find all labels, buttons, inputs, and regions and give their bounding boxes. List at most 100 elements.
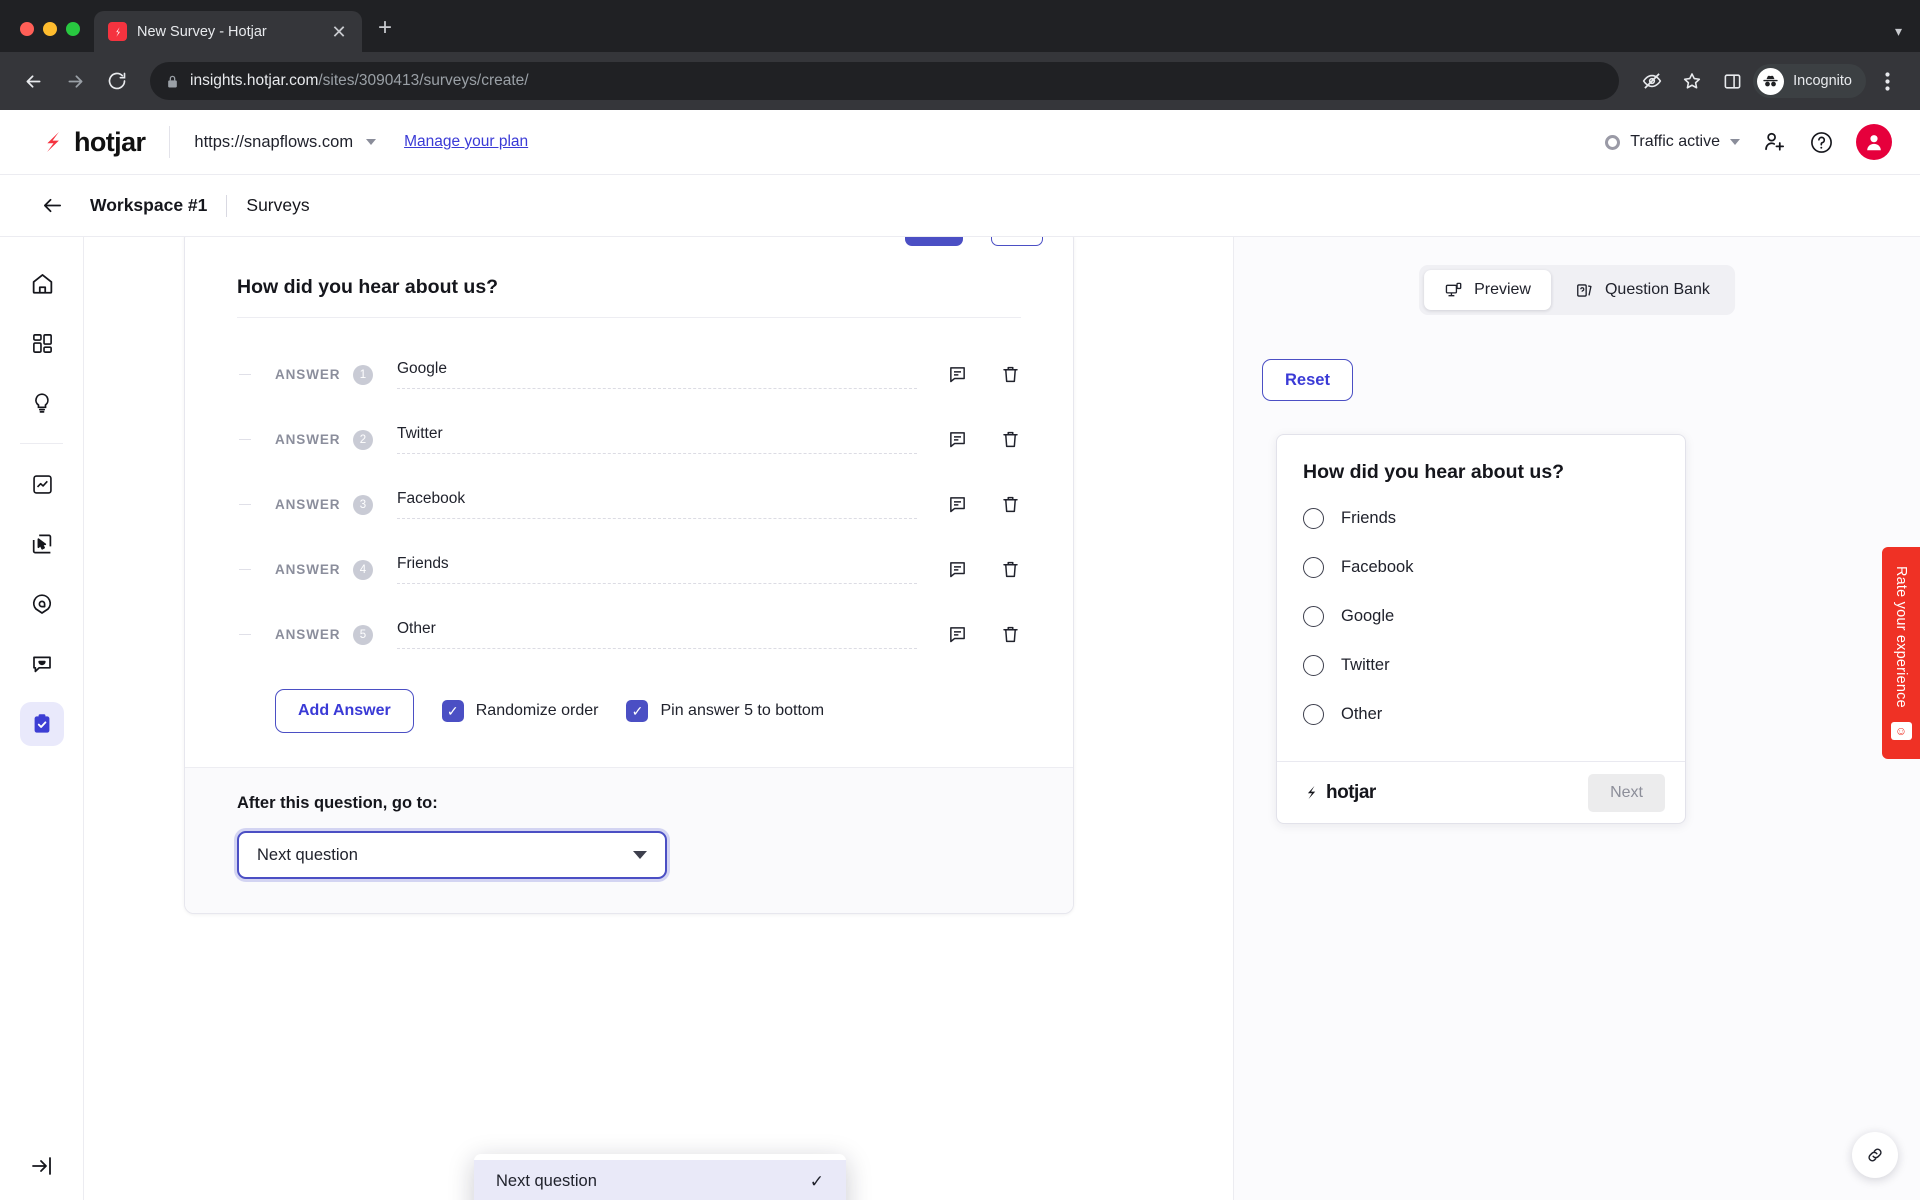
answer-tick — [239, 504, 251, 505]
goto-select[interactable]: Next question — [237, 831, 667, 879]
trash-icon[interactable] — [1000, 429, 1021, 450]
home-icon — [20, 261, 64, 305]
hotjar-logo[interactable]: hotjar — [40, 126, 146, 158]
browser-tab[interactable]: New Survey - Hotjar ✕ — [94, 11, 362, 52]
survey-editor: How did you hear about us? ANSWER 1 Goog… — [84, 237, 1234, 1200]
toolbar-actions: Incognito — [1633, 62, 1906, 100]
answer-tick — [239, 634, 251, 635]
user-avatar-icon[interactable] — [1856, 124, 1892, 160]
answer-input[interactable]: Other — [397, 620, 917, 649]
add-user-icon[interactable] — [1762, 130, 1787, 155]
incognito-icon — [1757, 67, 1785, 95]
address-bar[interactable]: insights.hotjar.com/sites/3090413/survey… — [150, 62, 1620, 100]
preview-option[interactable]: Facebook — [1303, 543, 1659, 592]
note-icon[interactable] — [947, 624, 968, 645]
note-icon[interactable] — [947, 364, 968, 385]
breadcrumb-separator — [226, 194, 228, 217]
link-icon — [1865, 1145, 1885, 1165]
preview-next-button[interactable]: Next — [1588, 773, 1665, 812]
sidebar-item-highlights[interactable] — [0, 373, 84, 433]
chevron-down-icon[interactable]: ▾ — [1895, 23, 1902, 40]
star-icon[interactable] — [1673, 62, 1711, 100]
answer-input[interactable]: Friends — [397, 555, 917, 584]
sidebar-item-heatmaps[interactable] — [0, 514, 84, 574]
goto-dropdown-menu: Next question ✓ Thank you message Specif… — [474, 1154, 846, 1200]
expand-sidebar-icon[interactable] — [0, 1154, 84, 1178]
answer-input[interactable]: Twitter — [397, 425, 917, 454]
tab-preview[interactable]: Preview — [1424, 270, 1551, 310]
answer-actions — [947, 364, 1021, 385]
sidebar-item-surveys[interactable] — [0, 694, 84, 754]
sidebar-item-trends[interactable] — [0, 454, 84, 514]
site-selector[interactable]: https://snapflows.com — [194, 133, 377, 152]
reload-icon[interactable] — [98, 62, 136, 100]
hotjar-wordmark: hotjar — [74, 126, 146, 157]
breadcrumb-current[interactable]: Surveys — [246, 195, 309, 216]
sidebar-item-dashboards[interactable] — [0, 313, 84, 373]
primary-action-button-partial[interactable] — [905, 237, 963, 246]
radio-icon — [1303, 557, 1324, 578]
note-icon[interactable] — [947, 494, 968, 515]
answer-number: 5 — [353, 624, 373, 645]
forward-arrow-icon[interactable] — [56, 62, 94, 100]
answer-input[interactable]: Facebook — [397, 490, 917, 519]
hotjar-wordmark: hotjar — [1326, 781, 1376, 803]
trash-icon[interactable] — [1000, 559, 1021, 580]
preview-option[interactable]: Friends — [1303, 494, 1659, 543]
answer-number: 1 — [353, 364, 373, 385]
answer-actions — [947, 494, 1021, 515]
answer-number: 4 — [353, 559, 373, 580]
question-title[interactable]: How did you hear about us? — [237, 268, 1021, 317]
side-panel-icon[interactable] — [1713, 62, 1751, 100]
copy-link-button[interactable] — [1852, 1132, 1898, 1178]
trash-icon[interactable] — [1000, 364, 1021, 385]
hotjar-logo: hotjar — [1303, 782, 1376, 804]
cards-icon — [1575, 281, 1594, 300]
dropdown-option-next-question[interactable]: Next question ✓ — [474, 1160, 846, 1200]
three-dot-menu-icon[interactable] — [1868, 62, 1906, 100]
status-ring-icon — [1605, 134, 1621, 150]
reset-button[interactable]: Reset — [1262, 359, 1353, 401]
note-icon[interactable] — [947, 429, 968, 450]
pin-answer-checkbox[interactable]: ✓ Pin answer 5 to bottom — [626, 700, 824, 722]
rate-experience-widget[interactable]: Rate your experience ☺ — [1882, 547, 1920, 759]
manage-plan-link[interactable]: Manage your plan — [404, 133, 528, 151]
preview-option[interactable]: Google — [1303, 592, 1659, 641]
breadcrumb-workspace[interactable]: Workspace #1 — [90, 195, 207, 216]
browser-window: New Survey - Hotjar ✕ + ▾ insights.hotja… — [0, 0, 1920, 1200]
tab-question-bank[interactable]: Question Bank — [1555, 270, 1730, 310]
answer-actions — [947, 624, 1021, 645]
plus-icon[interactable]: + — [362, 16, 408, 52]
eye-slash-icon[interactable] — [1633, 62, 1671, 100]
answer-input[interactable]: Google — [397, 360, 917, 389]
back-arrow-icon[interactable] — [28, 194, 76, 217]
answer-row: ANSWER 2 Twitter — [239, 407, 1021, 472]
minimize-window-button[interactable] — [43, 22, 57, 36]
header-actions: Traffic active — [1605, 124, 1892, 160]
trash-icon[interactable] — [1000, 624, 1021, 645]
close-icon[interactable]: ✕ — [328, 23, 350, 41]
traffic-status[interactable]: Traffic active — [1605, 133, 1740, 151]
incognito-indicator[interactable]: Incognito — [1753, 64, 1866, 98]
goto-panel: After this question, go to: Next questio… — [185, 767, 1073, 913]
survey-preview-card: How did you hear about us? Friends Faceb… — [1276, 434, 1686, 824]
secondary-action-button-partial[interactable] — [991, 237, 1043, 246]
editor-scroll-area[interactable]: How did you hear about us? ANSWER 1 Goog… — [84, 237, 1233, 1200]
question-mark-icon[interactable] — [1809, 130, 1834, 155]
sidebar-item-feedback[interactable] — [0, 634, 84, 694]
preview-option[interactable]: Other — [1303, 690, 1659, 739]
workspace: How did you hear about us? ANSWER 1 Goog… — [84, 237, 1920, 1200]
maximize-window-button[interactable] — [66, 22, 80, 36]
back-arrow-icon[interactable] — [14, 62, 52, 100]
sidebar-item-recordings[interactable] — [0, 574, 84, 634]
randomize-order-checkbox[interactable]: ✓ Randomize order — [441, 700, 598, 722]
note-icon[interactable] — [947, 559, 968, 580]
trash-icon[interactable] — [1000, 494, 1021, 515]
preview-option[interactable]: Twitter — [1303, 641, 1659, 690]
hotjar-flame-icon — [1303, 784, 1320, 801]
add-answer-button[interactable]: Add Answer — [275, 689, 414, 733]
sidebar-item-home[interactable] — [0, 253, 84, 313]
check-icon: ✓ — [626, 700, 649, 722]
tab-preview-label: Preview — [1474, 281, 1531, 298]
close-window-button[interactable] — [20, 22, 34, 36]
